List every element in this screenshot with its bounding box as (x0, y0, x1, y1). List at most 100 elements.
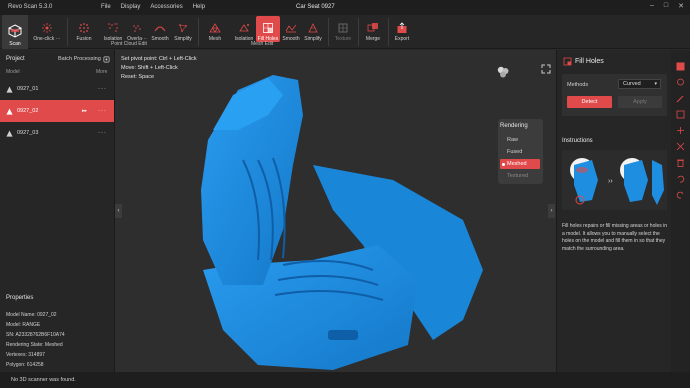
brush-tool-icon[interactable] (676, 94, 685, 103)
point-cloud-edit-group-label: Point Cloud Edit (111, 41, 147, 47)
undo-icon[interactable] (676, 174, 685, 183)
pc-smooth-button[interactable]: Smooth (149, 16, 171, 42)
fill-holes-button[interactable]: Fill Holes (256, 16, 280, 42)
panel-title: Fill Holes (575, 58, 604, 65)
rendering-option-raw[interactable]: Raw (500, 135, 540, 145)
fit-view-icon[interactable] (541, 64, 551, 74)
mesh-isolation-icon (239, 24, 249, 32)
fill-holes-options: Methods Curved ▾ Detect Apply (562, 74, 667, 116)
rendering-option-meshed[interactable]: Meshed (500, 159, 540, 169)
export-icon (397, 22, 407, 33)
lasso-tool-icon[interactable] (676, 78, 685, 87)
model-row[interactable]: 0927_03 ··· (0, 122, 114, 144)
collapse-right-panel-button[interactable]: › (548, 204, 555, 218)
model-row[interactable]: 0927_01 ··· (0, 78, 114, 100)
pc-isolation-button[interactable]: Isolation (101, 16, 125, 42)
delete-icon[interactable] (676, 158, 685, 167)
model-more-button[interactable]: ··· (98, 108, 107, 114)
pc-simplify-label: Simplify (174, 36, 192, 42)
mesh-simplify-button[interactable]: Simplify (302, 16, 324, 42)
model-row-selected[interactable]: 0927_02 ▸▸ ··· (0, 100, 114, 122)
3d-viewport[interactable]: Set pivot point: Ctrl + Left-Click Move:… (115, 50, 556, 372)
mesh-edit-group-label: Mesh Edit (251, 41, 274, 47)
collapse-left-panel-button[interactable]: ‹ (115, 204, 122, 218)
merge-button[interactable]: Merge (362, 16, 384, 42)
menu-help[interactable]: Help (193, 4, 205, 10)
texture-button[interactable]: Texture (332, 16, 354, 42)
scan-button[interactable]: Scan (2, 15, 28, 49)
model-more-button[interactable]: ··· (98, 86, 107, 92)
close-button[interactable]: ✕ (678, 2, 684, 10)
menu-file[interactable]: File (101, 4, 111, 10)
toolbar-divider (358, 18, 359, 46)
smooth-icon (154, 26, 166, 32)
mesh-icon (209, 23, 221, 33)
fusion-label: Fusion (76, 36, 92, 42)
one-click-button[interactable]: One-click ··· (32, 16, 62, 42)
car-seat-mesh[interactable] (163, 70, 523, 370)
more-column-header: More (96, 69, 108, 75)
rendering-option-fused[interactable]: Fused (500, 147, 540, 157)
batch-processing-button[interactable]: Batch Processing (58, 56, 101, 62)
property-row: SN: A23328762B6F10A74 (6, 330, 65, 340)
fill-holes-icon (563, 57, 572, 66)
toolbar-divider (198, 18, 199, 46)
project-panel: Project Batch Processing Model More 0927… (0, 50, 115, 372)
model-name: 0927_01 (17, 86, 39, 92)
mesh-simplify-icon (308, 23, 318, 33)
apply-button[interactable]: Apply (618, 96, 662, 108)
mesh-smooth-button[interactable]: Smooth (280, 16, 302, 42)
property-value: A23328762B6F10A74 (15, 332, 65, 338)
mesh-button[interactable]: Mesh (204, 16, 226, 42)
fusion-button[interactable]: Fusion (72, 16, 96, 42)
window-controls: – □ ✕ (650, 2, 684, 10)
toolbar-divider (67, 18, 68, 46)
triangle-mesh-icon (6, 107, 13, 115)
property-value: Meshed (44, 342, 63, 348)
property-label: Vertexes: (6, 352, 27, 358)
document-title[interactable]: Car Seat 0927 (296, 4, 335, 10)
title-bar: Revo Scan 5.3.0 File Display Accessories… (0, 0, 690, 15)
merge-icon (367, 23, 378, 32)
model-name: 0927_03 (17, 130, 39, 136)
select-tool-icon[interactable] (676, 62, 685, 71)
triangle-mesh-icon (6, 85, 13, 93)
arrow-glyph: ›› (608, 178, 613, 185)
detect-button[interactable]: Detect (567, 96, 612, 108)
rendering-panel: Rendering Raw Fused Meshed Textured (498, 119, 543, 184)
menu-accessories[interactable]: Accessories (150, 4, 182, 10)
property-label: Model: (6, 322, 22, 328)
batch-settings-icon[interactable] (103, 56, 110, 63)
instructions-illustration: ›› (562, 150, 667, 210)
property-label: Model Name: (6, 312, 36, 318)
model-column-header: Model (6, 69, 20, 75)
app-window: { "app": { "name": "Revo Scan 5.3.0", "d… (0, 0, 690, 388)
toolbar-divider (328, 18, 329, 46)
menu-display[interactable]: Display (121, 4, 141, 10)
export-button[interactable]: Export (392, 16, 412, 42)
before-after-seat-illustration: ›› (570, 158, 664, 205)
isolation-icon (108, 23, 118, 32)
minimize-button[interactable]: – (650, 2, 654, 10)
mesh-isolation-button[interactable]: Isolation (232, 16, 256, 42)
methods-select[interactable]: Curved ▾ (618, 79, 661, 89)
overlap-button[interactable]: Overla··· (125, 16, 149, 42)
rectangle-select-icon[interactable] (676, 110, 685, 119)
methods-select-value: Curved (623, 81, 641, 87)
clear-selection-icon[interactable] (676, 142, 685, 151)
pc-simplify-button[interactable]: Simplify (172, 16, 194, 42)
rendering-option-textured[interactable]: Textured (500, 171, 540, 181)
rendering-title: Rendering (500, 123, 528, 129)
maximize-button[interactable]: □ (664, 2, 668, 10)
property-row: Vertexes: 314897 (6, 350, 65, 360)
mesh-simplify-label: Simplify (304, 36, 322, 42)
view-cube-icon[interactable] (496, 65, 510, 79)
redo-icon[interactable] (676, 190, 685, 199)
property-value: 314897 (28, 352, 45, 358)
property-row: Model: RANGE (6, 320, 65, 330)
invert-selection-icon[interactable] (676, 126, 685, 135)
property-value: 614258 (26, 362, 44, 368)
mesh-smooth-icon (285, 24, 297, 33)
model-more-button[interactable]: ··· (98, 130, 107, 136)
app-name: Revo Scan 5.3.0 (8, 4, 53, 10)
